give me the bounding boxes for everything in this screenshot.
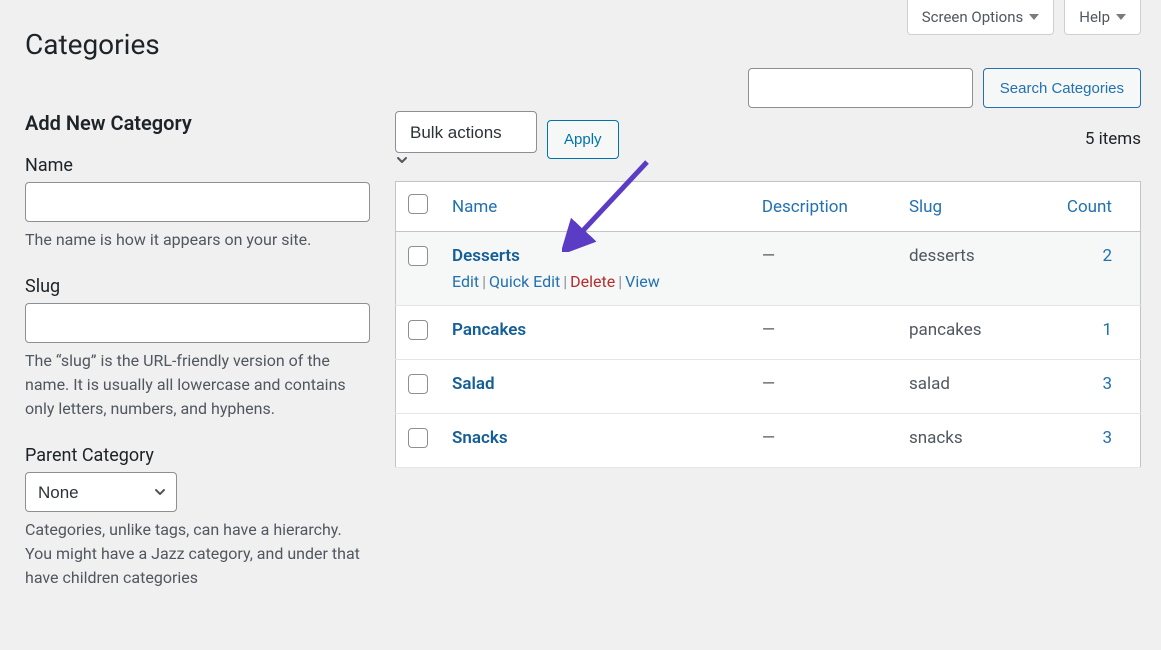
row-checkbox[interactable]: [408, 320, 428, 340]
slug-cell: salad: [897, 360, 1026, 414]
chevron-down-icon: [395, 153, 537, 167]
quick-edit-link[interactable]: Quick Edit: [489, 272, 560, 291]
slug-label: Slug: [25, 276, 370, 297]
search-button[interactable]: Search Categories: [983, 68, 1141, 108]
name-label: Name: [25, 155, 370, 176]
col-description[interactable]: Description: [762, 197, 848, 217]
name-hint: The name is how it appears on your site.: [25, 228, 370, 252]
category-name-link[interactable]: Desserts: [452, 246, 520, 266]
help-tab[interactable]: Help: [1064, 0, 1141, 35]
description-cell: —: [750, 306, 897, 360]
chevron-down-icon: [1029, 14, 1039, 20]
slug-cell: snacks: [897, 414, 1026, 468]
parent-label: Parent Category: [25, 445, 370, 466]
category-name-link[interactable]: Salad: [452, 374, 495, 394]
col-slug[interactable]: Slug: [909, 197, 942, 217]
table-row: Pancakes —pancakes 1: [396, 306, 1141, 360]
parent-select[interactable]: None: [25, 472, 177, 512]
delete-link[interactable]: Delete: [570, 272, 615, 291]
description-cell: —: [750, 360, 897, 414]
count-link[interactable]: 1: [1102, 320, 1112, 340]
bulk-actions-select[interactable]: Bulk actions: [395, 111, 537, 153]
apply-button[interactable]: Apply: [547, 120, 619, 159]
row-checkbox[interactable]: [408, 246, 428, 266]
slug-cell: pancakes: [897, 306, 1026, 360]
screen-options-label: Screen Options: [922, 8, 1024, 26]
table-row: Salad —salad 3: [396, 360, 1141, 414]
name-input[interactable]: [25, 182, 370, 222]
slug-cell: desserts: [897, 232, 1026, 306]
table-row: Snacks —snacks 3: [396, 414, 1141, 468]
categories-table: Name Description Slug Count Desserts Edit…: [395, 181, 1141, 468]
category-name-link[interactable]: Pancakes: [452, 320, 526, 340]
category-name-link[interactable]: Snacks: [452, 428, 508, 448]
row-actions: Edit|Quick Edit|Delete|View: [452, 272, 738, 291]
items-count: 5 items: [1085, 129, 1141, 149]
screen-options-tab[interactable]: Screen Options: [907, 0, 1055, 35]
row-checkbox[interactable]: [408, 428, 428, 448]
add-new-heading: Add New Category: [25, 111, 370, 135]
slug-input[interactable]: [25, 303, 370, 343]
edit-link[interactable]: Edit: [452, 272, 479, 291]
parent-hint: Categories, unlike tags, can have a hier…: [25, 518, 370, 590]
col-name[interactable]: Name: [452, 197, 497, 217]
slug-hint: The “slug” is the URL-friendly version o…: [25, 349, 370, 421]
count-link[interactable]: 3: [1102, 374, 1112, 394]
description-cell: —: [750, 232, 897, 306]
chevron-down-icon: [1116, 14, 1126, 20]
select-all-checkbox[interactable]: [408, 194, 428, 214]
count-link[interactable]: 2: [1102, 246, 1112, 266]
help-label: Help: [1079, 8, 1110, 26]
col-count[interactable]: Count: [1067, 197, 1112, 217]
view-link[interactable]: View: [625, 272, 660, 291]
row-checkbox[interactable]: [408, 374, 428, 394]
count-link[interactable]: 3: [1102, 428, 1112, 448]
table-row: Desserts Edit|Quick Edit|Delete|View —dess…: [396, 232, 1141, 306]
search-input[interactable]: [748, 68, 973, 108]
description-cell: —: [750, 414, 897, 468]
